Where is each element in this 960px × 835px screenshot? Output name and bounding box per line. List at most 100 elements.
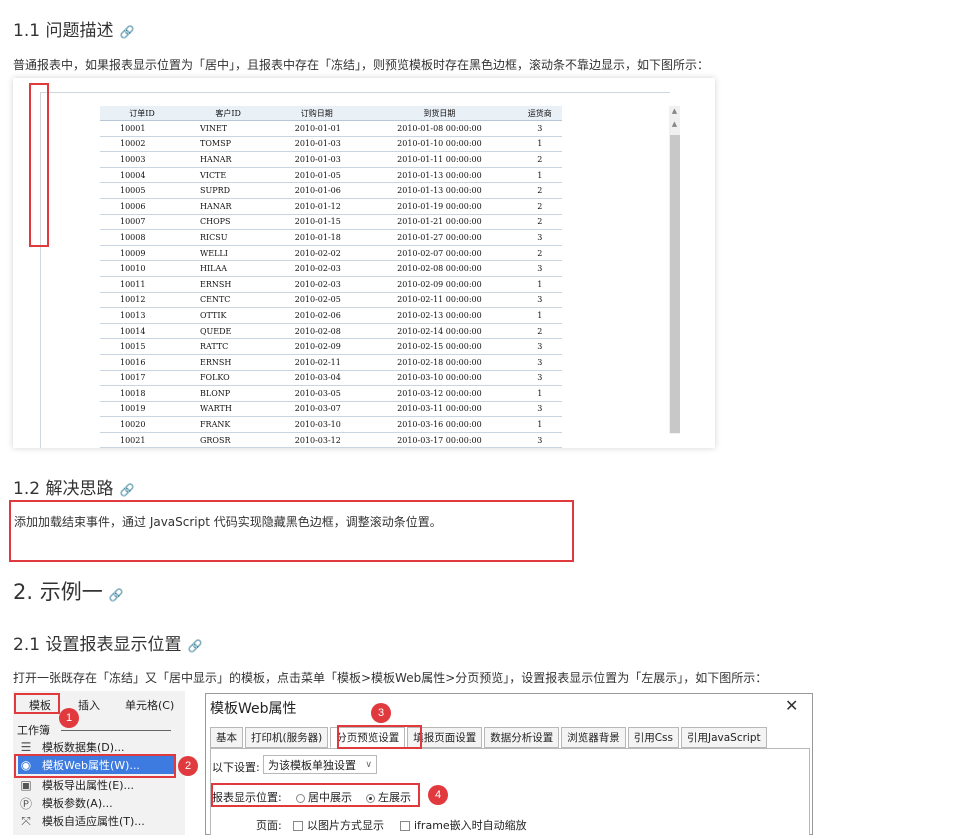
report-table-header: 订单ID 客户ID 订购日期 到货日期 运货商 xyxy=(100,106,562,121)
table-cell: 1 xyxy=(517,416,562,433)
table-row: 10021 GROSR 2010-03-12 2010-03-17 00:00:00 3 xyxy=(100,432,562,449)
table-cell: 2 xyxy=(517,214,562,231)
export-icon: ▣ xyxy=(20,778,32,792)
highlight-pagination-tab xyxy=(337,725,422,749)
checkbox-icon xyxy=(293,821,303,831)
dialog-title: 模板Web属性 xyxy=(210,701,297,717)
menu-item-adaptive[interactable]: ⤧ 模板自适应属性(T)... xyxy=(18,812,180,830)
table-row: 10006 HANAR 2010-01-12 2010-01-19 00:00:00 2 xyxy=(100,198,562,215)
table-cell: 2 xyxy=(517,182,562,199)
menu-tab-cell[interactable]: 单元格(C) xyxy=(125,697,174,713)
table-row: 10007 CHOPS 2010-01-15 2010-01-21 00:00:00 2 xyxy=(100,214,562,231)
table-cell: 10012 xyxy=(100,292,184,309)
table-cell: 10011 xyxy=(100,276,184,293)
table-cell: CENTC xyxy=(184,292,273,309)
tab-basic[interactable]: 基本 xyxy=(210,727,243,748)
table-cell: 2010-02-11 xyxy=(272,354,362,371)
tab-javascript[interactable]: 引用JavaScript xyxy=(680,727,767,748)
menu-group-label: 工作簿 xyxy=(17,724,50,737)
table-cell: 10021 xyxy=(100,432,184,449)
scroll-up-icon[interactable]: ▲ xyxy=(669,107,680,115)
step-badge-1: 1 xyxy=(59,708,79,728)
table-cell: VINET xyxy=(184,120,273,137)
section-1-1-text: 普通报表中，如果报表显示位置为「居中」，且报表中存在「冻结」，则预览模板时存在黑… xyxy=(13,58,710,72)
settings-select-value: 为该模板单独设置 xyxy=(268,758,356,772)
anchor-link-icon[interactable]: 🔗 xyxy=(109,588,124,602)
table-cell: 2010-01-13 00:00:00 xyxy=(361,182,518,199)
table-cell: 1 xyxy=(517,167,562,184)
section-2-1-title: 2.1 设置报表显示位置 🔗 xyxy=(13,630,202,655)
scroll-down-icon[interactable]: ▲ xyxy=(669,120,680,128)
table-cell: GROSR xyxy=(184,432,273,449)
table-cell: 2010-03-17 00:00:00 xyxy=(361,432,518,449)
table-row: 10005 SUPRD 2010-01-06 2010-01-13 00:00:00 2 xyxy=(100,182,562,199)
table-cell: 10020 xyxy=(100,416,184,433)
table-cell: 2010-01-19 00:00:00 xyxy=(361,198,518,215)
highlight-web-properties xyxy=(14,754,176,778)
database-icon: ☰ xyxy=(20,740,32,754)
table-cell: 10006 xyxy=(100,198,184,215)
table-cell: 2010-01-10 00:00:00 xyxy=(361,136,518,153)
table-cell: 2010-02-03 xyxy=(272,260,362,277)
table-cell: 10004 xyxy=(100,167,184,184)
menu-item-label: 模板自适应属性(T)... xyxy=(42,815,145,828)
table-cell: 10005 xyxy=(100,182,184,199)
table-row: 10009 WELLI 2010-02-02 2010-02-07 00:00:00 2 xyxy=(100,245,562,262)
report-table: 订单ID 客户ID 订购日期 到货日期 运货商 10001 VINET 2010-01-01… xyxy=(100,106,562,449)
dialog-tabs: 基本 打印机(服务器) 分页预览设置 填报页面设置 数据分析设置 浏览器背景 引… xyxy=(210,727,810,749)
menu-tab-insert[interactable]: 插入 xyxy=(78,697,100,713)
table-cell: 2010-03-10 00:00:00 xyxy=(361,370,518,387)
table-cell: 2010-01-13 00:00:00 xyxy=(361,167,518,184)
settings-select[interactable]: 为该模板单独设置 ∨ xyxy=(263,755,377,774)
tab-browser-background[interactable]: 浏览器背景 xyxy=(561,727,626,748)
menu-item-params[interactable]: Ⓟ 模板参数(A)... xyxy=(18,794,180,812)
step-badge-4: 4 xyxy=(428,785,448,805)
table-cell: 3 xyxy=(517,292,562,309)
section-2-title-text: 2. 示例一 xyxy=(13,580,103,604)
table-row: 10011 ERNSH 2010-02-03 2010-02-09 00:00:00 1 xyxy=(100,276,562,293)
table-cell: 2010-03-12 xyxy=(272,432,362,449)
table-header-cell: 运货商 xyxy=(517,106,562,121)
table-cell: 10016 xyxy=(100,354,184,371)
section-1-2-title-text: 1.2 解决思路 xyxy=(13,479,114,499)
table-cell: 2010-01-21 00:00:00 xyxy=(361,214,518,231)
section-1-1-title: 1.1 问题描述 🔗 xyxy=(13,16,134,41)
checkbox-image-mode[interactable]: 以图片方式显示 xyxy=(293,817,384,833)
table-row: 10016 ERNSH 2010-02-11 2010-02-18 00:00:00 3 xyxy=(100,354,562,371)
table-cell: 2010-01-15 xyxy=(272,214,362,231)
anchor-link-icon[interactable]: 🔗 xyxy=(119,483,134,497)
section-1-1-title-text: 1.1 问题描述 xyxy=(13,21,114,41)
scrollbar-thumb[interactable] xyxy=(670,135,680,433)
table-cell: CHOPS xyxy=(184,214,273,231)
highlight-template-tab xyxy=(14,693,60,714)
solution-highlight-box xyxy=(9,500,574,562)
checkbox-iframe-zoom[interactable]: iframe嵌入时自动缩放 xyxy=(400,817,527,833)
table-row: 10020 FRANK 2010-03-10 2010-03-16 00:00:00 1 xyxy=(100,416,562,433)
table-cell: 10015 xyxy=(100,338,184,355)
table-cell: 3 xyxy=(517,229,562,246)
table-cell: 3 xyxy=(517,370,562,387)
table-cell: 2 xyxy=(517,151,562,168)
table-cell: 10013 xyxy=(100,307,184,324)
anchor-link-icon[interactable]: 🔗 xyxy=(187,639,202,653)
table-cell: 2010-02-11 00:00:00 xyxy=(361,292,518,309)
tab-data-analysis[interactable]: 数据分析设置 xyxy=(484,727,560,748)
anchor-link-icon[interactable]: 🔗 xyxy=(119,25,134,39)
table-cell: HANAR xyxy=(184,198,273,215)
table-cell: 1 xyxy=(517,307,562,324)
tab-css[interactable]: 引用Css xyxy=(627,727,679,748)
table-cell: 2 xyxy=(517,245,562,262)
table-cell: 2010-02-13 00:00:00 xyxy=(361,307,518,324)
table-cell: 2010-03-11 00:00:00 xyxy=(361,401,518,418)
table-cell: FRANK xyxy=(184,416,273,433)
section-2-1-title-text: 2.1 设置报表显示位置 xyxy=(13,635,182,655)
step-badge-2: 2 xyxy=(178,756,198,776)
menu-divider xyxy=(61,730,171,731)
table-cell: 3 xyxy=(517,120,562,137)
table-cell: 2010-01-03 xyxy=(272,136,362,153)
close-icon[interactable]: ✕ xyxy=(785,696,798,715)
menu-item-export[interactable]: ▣ 模板导出属性(E)... xyxy=(18,776,180,794)
tab-printer[interactable]: 打印机(服务器) xyxy=(245,727,329,748)
section-1-2-text: 添加加载结束事件，通过 JavaScript 代码实现隐藏黑色边框，调整滚动条位… xyxy=(14,515,442,529)
menu-item-label: 模板数据集(D)... xyxy=(42,741,125,754)
